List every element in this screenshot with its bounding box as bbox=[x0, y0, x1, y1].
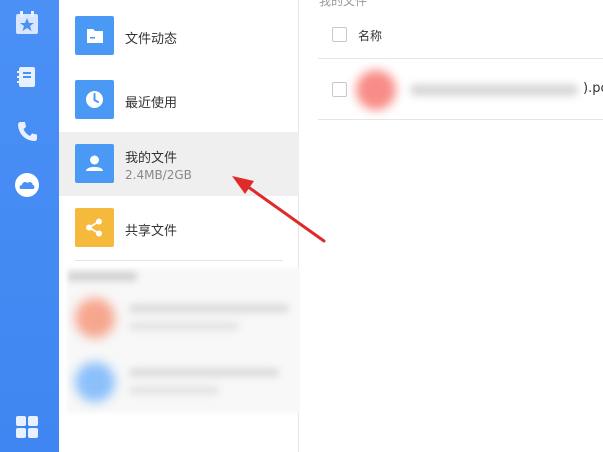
phone-icon[interactable] bbox=[14, 119, 40, 145]
nav-item-label: 我的文件 bbox=[125, 151, 178, 166]
storage-usage: 2.4MB/2GB bbox=[125, 168, 192, 182]
nav-divider bbox=[75, 260, 283, 261]
redacted-avatar bbox=[75, 362, 115, 402]
nav-item-shared-files[interactable]: 共享文件 bbox=[59, 196, 299, 260]
user-icon bbox=[75, 144, 114, 183]
share-icon bbox=[75, 208, 114, 247]
select-all-checkbox[interactable] bbox=[332, 27, 347, 42]
main-content: 我的文件 名称 ).pc bbox=[300, 0, 603, 452]
file-nav-panel: 文件动态 最近使用 我的文件 2.4MB/2GB 共享文件 bbox=[59, 0, 307, 452]
file-name[interactable]: ).pc bbox=[583, 81, 603, 96]
cloud-icon[interactable] bbox=[14, 172, 40, 198]
redacted-line bbox=[129, 386, 219, 395]
table-header: 名称 bbox=[318, 19, 603, 59]
clock-icon bbox=[75, 80, 114, 119]
redacted-file-name bbox=[410, 84, 578, 96]
row-checkbox[interactable] bbox=[332, 82, 347, 97]
redacted-line bbox=[129, 322, 239, 331]
nav-item-recent[interactable]: 最近使用 bbox=[59, 68, 299, 132]
redacted-group-list bbox=[67, 268, 307, 413]
table-row[interactable]: ).pc bbox=[318, 60, 603, 120]
breadcrumb: 我的文件 bbox=[319, 0, 368, 8]
redacted-line bbox=[129, 304, 289, 313]
star-calendar-icon[interactable] bbox=[14, 10, 40, 36]
contacts-book-icon[interactable] bbox=[14, 64, 40, 90]
grid-apps-icon[interactable] bbox=[14, 414, 40, 440]
column-header-name[interactable]: 名称 bbox=[358, 27, 382, 44]
nav-item-label: 共享文件 bbox=[125, 224, 178, 239]
nav-item-my-files[interactable]: 我的文件 2.4MB/2GB bbox=[59, 132, 299, 196]
folder-icon bbox=[75, 16, 114, 55]
nav-item-label: 最近使用 bbox=[125, 96, 178, 111]
nav-item-file-activity[interactable]: 文件动态 bbox=[59, 4, 299, 68]
left-rail bbox=[0, 0, 59, 452]
redacted-line bbox=[67, 272, 137, 281]
nav-item-label: 文件动态 bbox=[125, 32, 178, 47]
redacted-avatar bbox=[75, 298, 115, 338]
file-type-icon bbox=[356, 70, 396, 110]
redacted-line bbox=[129, 368, 279, 377]
